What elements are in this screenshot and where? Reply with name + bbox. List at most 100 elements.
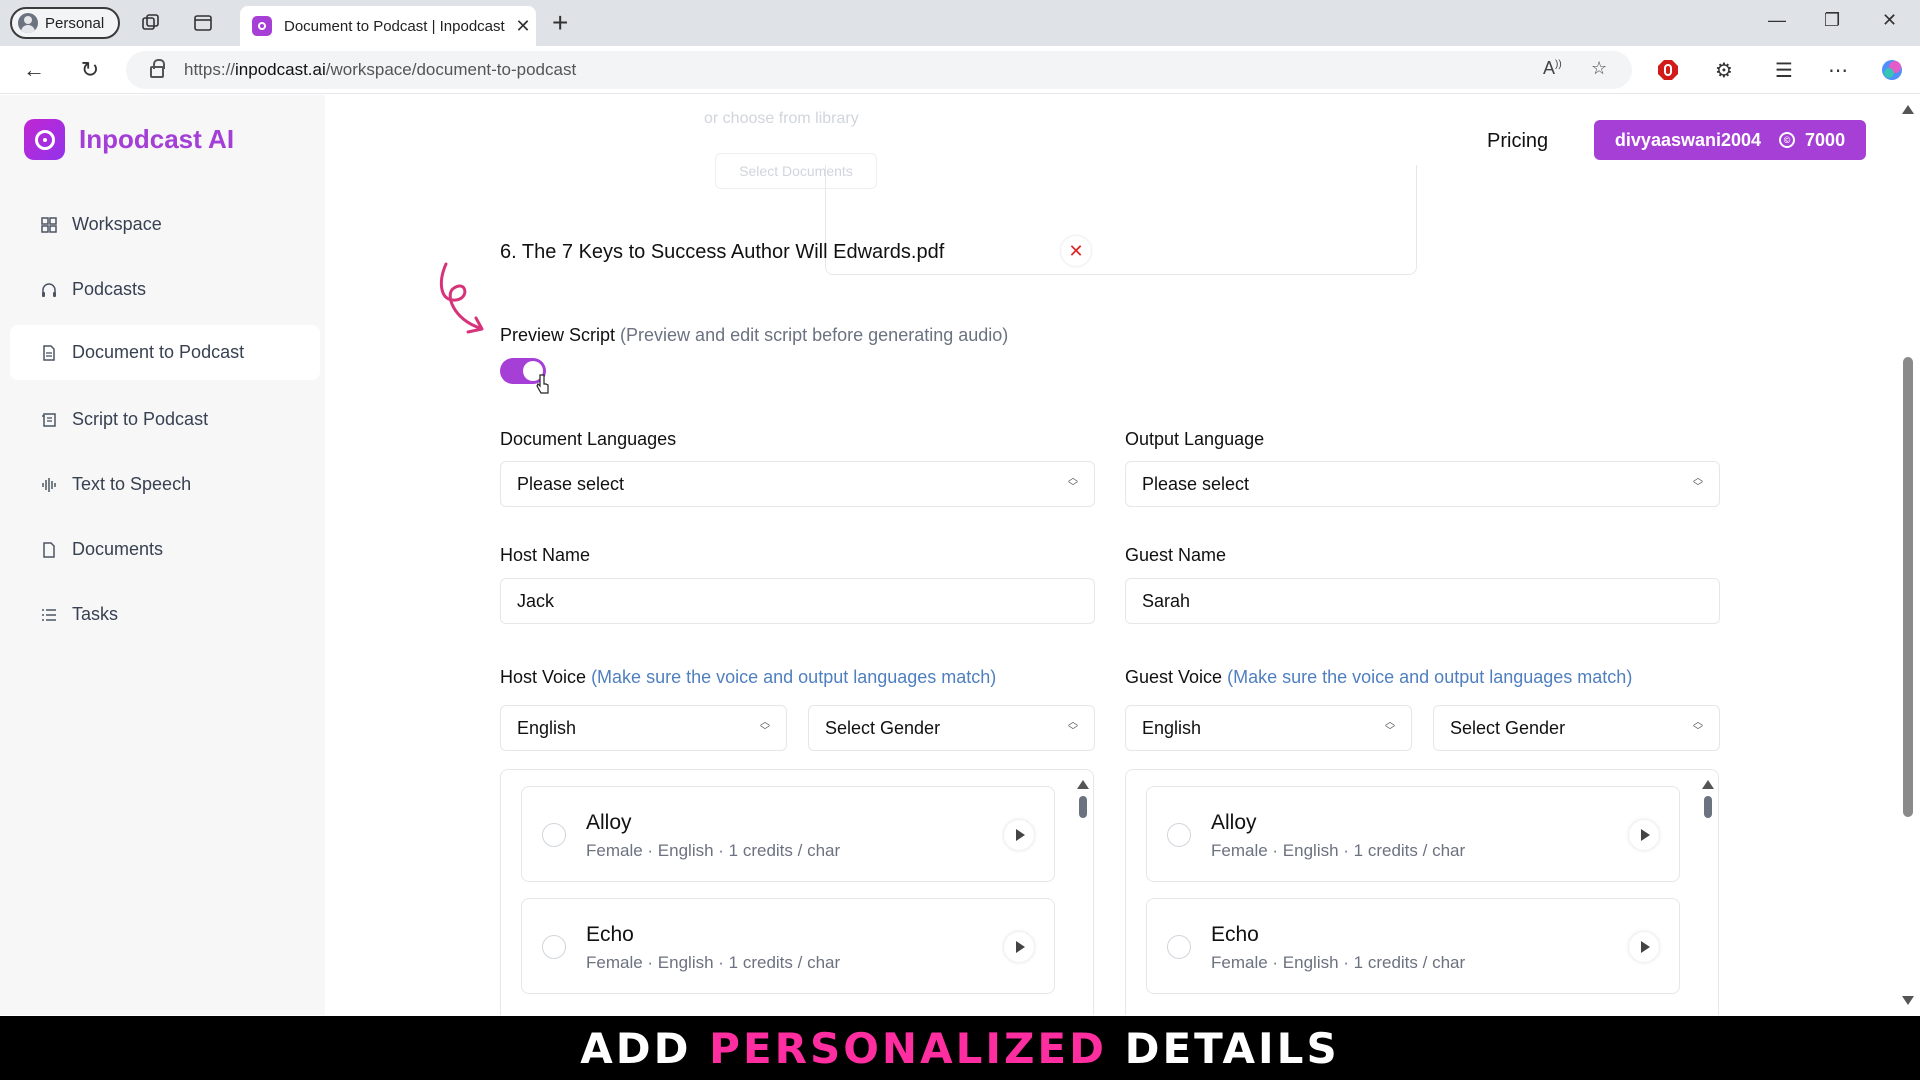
host-voice-language-value: English	[517, 717, 577, 738]
guest-name-input[interactable]: Sarah	[1125, 578, 1720, 624]
select-chevron-icon: ︿ ﹀	[760, 717, 770, 737]
caption-word-1: ADD	[580, 1023, 692, 1073]
voice-meta: Female · English · 1 credits / char	[1211, 953, 1466, 972]
play-icon[interactable]	[1629, 820, 1659, 850]
reload-icon[interactable]: ↻	[76, 56, 104, 84]
voice-radio[interactable]	[542, 935, 566, 959]
voice-radio[interactable]	[1167, 823, 1191, 847]
host-voice-title: Host Voice	[500, 667, 587, 687]
sidebar-item-script-to-podcast[interactable]: Script to Podcast	[10, 392, 320, 447]
host-voice-gender-select[interactable]: Select Gender ︿ ﹀	[808, 705, 1095, 751]
minimize-icon[interactable]: —	[1768, 10, 1786, 31]
page-scrollbar[interactable]	[1895, 95, 1920, 1015]
scroll-down-icon[interactable]	[1902, 996, 1914, 1005]
new-tab-icon[interactable]: +	[552, 8, 568, 38]
copilot-icon[interactable]	[1880, 58, 1904, 82]
profile-button[interactable]: Personal	[10, 7, 120, 39]
sidebar-item-label: Podcasts	[72, 279, 147, 299]
script-icon	[40, 411, 58, 429]
guest-voice-scrollbar[interactable]	[1702, 780, 1714, 826]
voice-card-alloy[interactable]: Alloy Female · English · 1 credits / cha…	[521, 786, 1055, 882]
voice-name: Echo	[586, 923, 634, 946]
sidebar-item-tasks[interactable]: Tasks	[10, 587, 320, 642]
document-languages-value: Please select	[517, 473, 625, 494]
hand-drawn-arrow-icon	[439, 262, 484, 334]
url-prefix: https://	[184, 60, 236, 79]
close-window-icon[interactable]: ✕	[1882, 10, 1897, 31]
play-icon[interactable]	[1004, 932, 1034, 962]
play-icon[interactable]	[1004, 820, 1034, 850]
browser-tab-active[interactable]: Document to Podcast | Inpodcast ✕	[240, 6, 536, 46]
sidebar-item-document-to-podcast[interactable]: Document to Podcast	[10, 325, 320, 380]
more-options-icon[interactable]: ⋯	[1826, 58, 1850, 82]
remove-file-icon[interactable]: ✕	[1061, 236, 1091, 266]
voice-card-echo[interactable]: Echo Female · English · 1 credits / char	[1146, 898, 1680, 994]
select-chevron-icon: ︿ ﹀	[1693, 717, 1703, 737]
sidebar-item-documents[interactable]: Documents	[10, 522, 320, 577]
app-name: Inpodcast AI	[79, 124, 235, 154]
voice-name: Echo	[1211, 923, 1259, 946]
guest-voice-gender-select[interactable]: Select Gender ︿ ﹀	[1433, 705, 1720, 751]
address-bar-row: ← ↻ https://inpodcast.ai/workspace/docum…	[0, 46, 1920, 94]
sidebar-item-text-to-speech[interactable]: Text to Speech	[10, 457, 320, 512]
sidebar-item-podcasts[interactable]: Podcasts	[10, 262, 320, 317]
voice-name: Alloy	[1211, 811, 1257, 834]
url-input[interactable]: https://inpodcast.ai/workspace/document-…	[126, 51, 1632, 89]
voice-card-echo[interactable]: Echo Female · English · 1 credits / char	[521, 898, 1055, 994]
guest-voice-language-select[interactable]: English ︿ ﹀	[1125, 705, 1412, 751]
workspaces-icon[interactable]	[140, 12, 162, 34]
host-voice-scrollbar[interactable]	[1077, 780, 1089, 826]
guest-voice-title: Guest Voice	[1125, 667, 1223, 687]
waveform-icon	[40, 476, 58, 494]
sidebar-item-label: Script to Podcast	[72, 409, 209, 429]
grid-icon	[40, 216, 58, 234]
tab-title: Document to Podcast | Inpodcast	[284, 17, 505, 35]
voice-meta: Female · English · 1 credits / char	[1211, 841, 1466, 860]
play-icon[interactable]	[1629, 932, 1659, 962]
select-documents-button[interactable]: Select Documents	[715, 153, 877, 189]
browser-tab-bar: Personal Document to Podcast | Inpodcast…	[0, 0, 1920, 46]
voice-radio[interactable]	[542, 823, 566, 847]
podcast-logo-icon	[24, 119, 65, 160]
restore-icon[interactable]: ❐	[1824, 10, 1840, 31]
extensions-puzzle-icon[interactable]: ⚙	[1712, 58, 1736, 82]
url-path: /workspace/document-to-podcast	[325, 60, 577, 79]
select-chevron-icon: ︿ ﹀	[1068, 717, 1078, 737]
app-logo[interactable]: Inpodcast AI	[24, 119, 234, 160]
scroll-thumb[interactable]	[1903, 357, 1913, 817]
close-tab-icon[interactable]: ✕	[510, 16, 536, 37]
lock-icon	[150, 59, 165, 78]
sidebar-item-label: Document to Podcast	[72, 342, 245, 362]
scroll-up-icon[interactable]	[1902, 105, 1914, 114]
voice-card-alloy[interactable]: Alloy Female · English · 1 credits / cha…	[1146, 786, 1680, 882]
host-name-input[interactable]: Jack	[500, 578, 1095, 624]
preview-script-hint: (Preview and edit script before generati…	[620, 325, 1009, 345]
host-voice-list[interactable]: Alloy Female · English · 1 credits / cha…	[500, 769, 1094, 1015]
document-icon	[40, 344, 58, 362]
sidebar-item-label: Documents	[72, 539, 164, 559]
main-content: or choose from library Select Documents …	[325, 95, 1895, 1015]
guest-name-label: Guest Name	[1125, 545, 1227, 565]
favorites-list-icon[interactable]: ☰	[1772, 58, 1796, 82]
select-chevron-icon: ︿ ﹀	[1385, 717, 1395, 737]
headphones-icon	[40, 281, 58, 299]
favorite-star-icon[interactable]: ☆	[1591, 58, 1607, 79]
voice-meta: Female · English · 1 credits / char	[586, 841, 841, 860]
tab-actions-icon[interactable]	[192, 12, 214, 34]
guest-voice-list[interactable]: Alloy Female · English · 1 credits / cha…	[1125, 769, 1719, 1015]
output-language-select[interactable]: Please select ︿ ﹀	[1125, 461, 1720, 507]
video-caption: ADD PERSONALIZED DETAILS	[0, 1016, 1920, 1080]
back-arrow-icon[interactable]: ←	[20, 56, 48, 84]
sidebar: Inpodcast AI Workspace Podcasts Document…	[0, 95, 325, 1015]
profile-label: Personal	[45, 14, 105, 32]
guest-voice-language-value: English	[1142, 717, 1202, 738]
sidebar-item-workspace[interactable]: Workspace	[10, 197, 320, 252]
mouse-pointer-icon	[536, 374, 549, 394]
guest-voice-gender-value: Select Gender	[1450, 717, 1566, 738]
adblock-extension-icon[interactable]	[1656, 58, 1680, 82]
choose-library-text: or choose from library	[704, 110, 859, 127]
host-voice-language-select[interactable]: English ︿ ﹀	[500, 705, 787, 751]
document-languages-select[interactable]: Please select ︿ ﹀	[500, 461, 1095, 507]
voice-radio[interactable]	[1167, 935, 1191, 959]
read-aloud-icon[interactable]: A))	[1543, 58, 1562, 79]
